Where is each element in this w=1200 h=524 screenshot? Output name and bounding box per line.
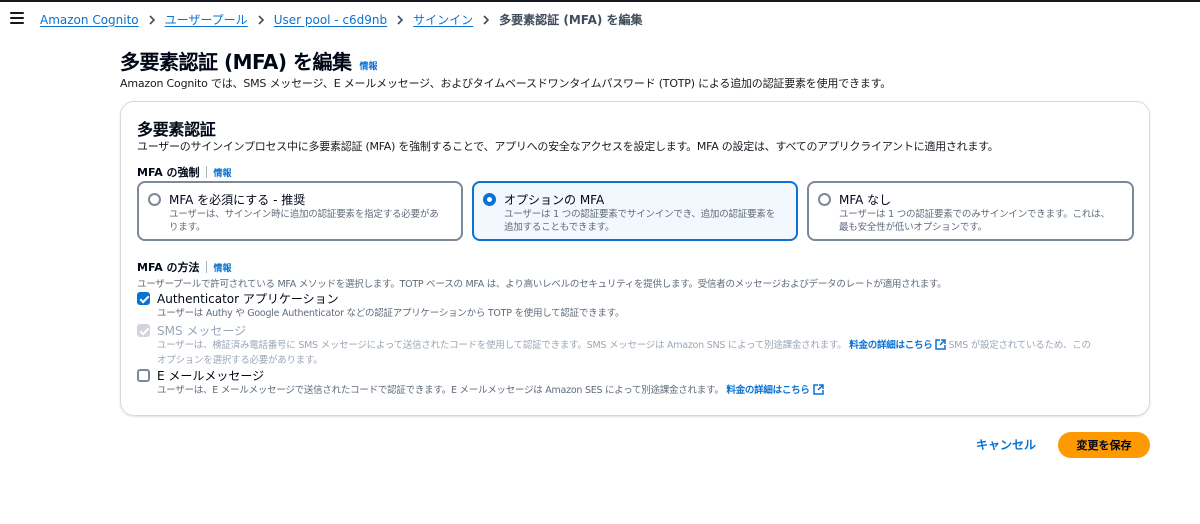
mfa-enforcement-label: MFA の強制 情報	[137, 164, 232, 180]
radio-tile-desc-line: ります。	[169, 222, 206, 233]
page-description: Amazon Cognito では、SMS メッセージ、E メールメッセージ、お…	[120, 77, 892, 90]
chevron-right-icon	[148, 14, 156, 25]
sms-desc-text: ユーザーは、検証済み電話番号に SMS メッセージによって送信されたコードを使用…	[157, 340, 847, 351]
email-checkbox[interactable]	[137, 369, 150, 382]
radio-tile-desc-line: 最も安全性が低いオプションです。	[839, 222, 987, 233]
checkbox-row-email: E メールメッセージ ユーザーは、E メールメッセージで送信されたコードで認証で…	[137, 367, 1137, 401]
top-navigation-bar: Amazon Cognito ユーザープール User pool - c6d9n…	[0, 0, 1200, 36]
radio-button[interactable]	[148, 193, 161, 206]
breadcrumb-user-pool[interactable]: User pool - c6d9nb	[274, 13, 387, 27]
breadcrumb-user-pools[interactable]: ユーザープール	[165, 11, 248, 28]
sms-description: ユーザーは、検証済み電話番号に SMS メッセージによって送信されたコードを使用…	[157, 339, 1091, 367]
checkbox-row-sms: SMS メッセージ ユーザーは、検証済み電話番号に SMS メッセージによって送…	[137, 322, 1137, 367]
mfa-methods-info-link[interactable]: 情報	[214, 261, 232, 274]
divider	[205, 261, 207, 273]
radio-tile-description: ユーザーは、サインイン時に追加の認証要素を指定する必要があ ります。	[169, 208, 439, 234]
sms-pricing-link[interactable]: 料金の詳細はこちら	[849, 340, 933, 351]
external-link-icon[interactable]	[812, 384, 824, 399]
email-description: ユーザーは、E メールメッセージで送信されたコードで認証できます。E メールメッ…	[157, 384, 826, 399]
page-title: 多要素認証 (MFA) を編集	[120, 50, 352, 74]
breadcrumb-sign-in[interactable]: サインイン	[413, 11, 473, 28]
radio-tile-description: ユーザーは 1 つの認証要素でサインインでき、追加の認証要素を 追加することもで…	[504, 208, 775, 234]
radio-tile-mfa-none[interactable]: MFA なし ユーザーは 1 つの認証要素でのみサインインできます。これは、 最…	[807, 181, 1134, 241]
radio-tile-title: オプションの MFA	[504, 193, 605, 207]
section-description: ユーザーのサインインプロセス中に多要素認証 (MFA) を強制することで、アプリ…	[137, 140, 999, 153]
chevron-right-icon	[257, 14, 265, 25]
mfa-methods-description: ユーザープールで許可されている MFA メソッドを選択します。TOTP ベースの…	[137, 279, 947, 290]
checkbox-row-authenticator: Authenticator アプリケーション ユーザーは Authy や Goo…	[137, 290, 1137, 324]
cancel-button[interactable]: キャンセル	[966, 433, 1046, 457]
mfa-methods-label: MFA の方法 情報	[137, 259, 232, 275]
sms-desc-text: SMS が設定されているため、この	[948, 340, 1091, 351]
external-link-icon[interactable]	[935, 339, 947, 354]
sms-desc-line2: オプションを選択する必要があります。	[157, 355, 323, 366]
radio-tile-desc-line: ユーザーは、サインイン時に追加の認証要素を指定する必要があ	[169, 209, 439, 220]
radio-tile-desc-line: ユーザーは 1 つの認証要素でサインインでき、追加の認証要素を	[504, 209, 776, 220]
email-desc-text: ユーザーは、E メールメッセージで送信されたコードで認証できます。E メールメッ…	[157, 385, 724, 396]
email-pricing-link[interactable]: 料金の詳細はこちら	[726, 385, 810, 396]
radio-tile-mfa-required[interactable]: MFA を必須にする - 推奨 ユーザーは、サインイン時に追加の認証要素を指定す…	[137, 181, 463, 241]
authenticator-label[interactable]: Authenticator アプリケーション	[157, 290, 339, 307]
radio-tile-description: ユーザーは 1 つの認証要素でのみサインインできます。これは、 最も安全性が低い…	[839, 208, 1110, 234]
radio-button-selected[interactable]	[483, 193, 496, 206]
authenticator-checkbox[interactable]	[137, 292, 150, 305]
breadcrumb-amazon-cognito[interactable]: Amazon Cognito	[40, 13, 139, 27]
section-title: 多要素認証	[137, 120, 216, 139]
mfa-methods-label-text: MFA の方法	[137, 261, 200, 274]
mfa-enforcement-label-text: MFA の強制	[137, 166, 200, 179]
email-label[interactable]: E メールメッセージ	[157, 367, 264, 384]
radio-tile-title: MFA なし	[839, 193, 892, 207]
breadcrumb-current: 多要素認証 (MFA) を編集	[499, 13, 643, 27]
radio-tile-mfa-optional[interactable]: オプションの MFA ユーザーは 1 つの認証要素でサインインでき、追加の認証要…	[472, 181, 798, 241]
chevron-right-icon	[482, 14, 490, 25]
sms-label: SMS メッセージ	[157, 324, 247, 338]
page-info-link[interactable]: 情報	[359, 59, 377, 72]
radio-tile-desc-line: ユーザーは 1 つの認証要素でのみサインインできます。これは、	[839, 209, 1110, 220]
radio-button[interactable]	[818, 193, 831, 206]
divider	[205, 166, 207, 178]
radio-tile-title: MFA を必須にする - 推奨	[169, 193, 306, 207]
breadcrumb: Amazon Cognito ユーザープール User pool - c6d9n…	[40, 11, 643, 28]
mfa-enforcement-info-link[interactable]: 情報	[214, 166, 232, 179]
chevron-right-icon	[396, 14, 404, 25]
sms-checkbox	[137, 324, 150, 337]
page-header: 多要素認証 (MFA) を編集 情報	[120, 46, 377, 75]
radio-tile-desc-line: 追加することもできます。	[504, 222, 615, 233]
hamburger-menu-icon[interactable]	[10, 12, 24, 24]
authenticator-description: ユーザーは Authy や Google Authenticator などの認証…	[157, 308, 625, 319]
save-changes-button[interactable]: 変更を保存	[1058, 432, 1150, 458]
